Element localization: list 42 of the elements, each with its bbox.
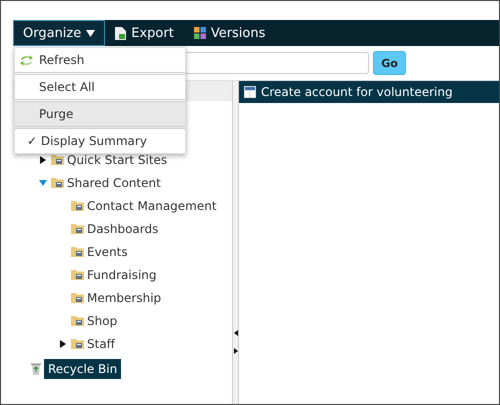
toolbar-button[interactable]: Export <box>105 20 184 46</box>
toolbar-button[interactable]: Versions <box>184 20 276 46</box>
refresh-icon <box>20 54 33 66</box>
tree-item[interactable]: Staff <box>87 336 115 350</box>
menu-label: ✓ Display Summary <box>27 134 147 148</box>
content-title: Create account for volunteering <box>261 85 453 99</box>
folder-icon <box>71 269 84 280</box>
menu-item[interactable]: Select All <box>15 75 185 102</box>
tree-item[interactable]: Recycle Bin <box>44 358 122 378</box>
folder-icon <box>71 223 84 234</box>
collapsed-arrow-icon[interactable] <box>59 340 67 348</box>
caret-icon <box>86 30 96 36</box>
collapse-left-icon[interactable] <box>234 330 238 336</box>
grid-icon <box>194 27 206 39</box>
menu-item[interactable]: Refresh <box>15 48 185 75</box>
tree-item[interactable]: Dashboards <box>87 222 158 236</box>
tree-item[interactable]: Membership <box>87 290 162 304</box>
menu-label: Purge <box>39 107 74 121</box>
menu-item[interactable]: Purge <box>15 102 185 129</box>
menu-item[interactable]: ✓ Display Summary <box>15 129 185 153</box>
menu-label: Select All <box>39 80 95 94</box>
menu-label: Refresh <box>39 53 84 67</box>
tree-item[interactable]: Shop <box>87 314 118 328</box>
table-icon <box>244 86 256 98</box>
recycle-bin-icon <box>31 362 41 374</box>
tree-item[interactable]: Shared Content <box>67 176 161 190</box>
document-icon <box>115 26 126 40</box>
expanded-arrow-icon[interactable] <box>39 178 47 186</box>
tree-item[interactable]: Events <box>87 244 128 258</box>
dropdown-button[interactable]: Organize <box>13 20 106 46</box>
folder-icon <box>71 246 84 257</box>
tree-item[interactable]: Contact Management <box>87 198 217 212</box>
tree-item[interactable]: Quick Start Sites <box>67 152 168 166</box>
folder-icon <box>51 177 64 188</box>
go-button[interactable]: Go <box>373 51 406 75</box>
folder-icon <box>71 315 84 326</box>
folder-icon <box>71 292 84 303</box>
expand-right-icon[interactable] <box>234 348 238 354</box>
folder-icon <box>71 338 84 349</box>
tree-item[interactable]: Fundraising <box>87 268 157 282</box>
folder-icon <box>71 200 84 211</box>
collapsed-arrow-icon[interactable] <box>39 156 47 164</box>
